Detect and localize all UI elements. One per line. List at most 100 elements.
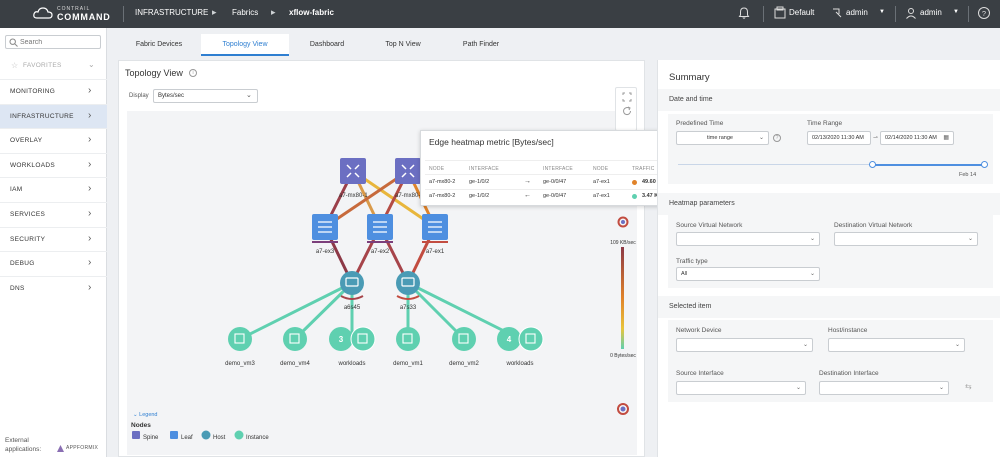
sidebar-item-debug[interactable]: DEBUG ›	[0, 251, 107, 275]
range-separator-icon: ⇀	[873, 135, 879, 141]
legend-nodes-title: Nodes	[131, 422, 151, 429]
chevron-down-icon: ⌄	[809, 271, 815, 277]
source-vn-select[interactable]: ⌄	[676, 232, 820, 246]
tab-topology-view[interactable]: Topology View	[201, 34, 289, 56]
range-from-input[interactable]: 02/13/2020 11:30 AM	[807, 131, 871, 145]
leaf-label: a7-ex2	[371, 249, 390, 255]
column-header-traffic: TRAFFIC	[632, 166, 655, 172]
instance-label: demo_vm2	[449, 361, 479, 367]
instance-node-demo-vm2[interactable]: demo_vm2	[449, 327, 480, 367]
svg-text:Instance: Instance	[246, 435, 269, 441]
leaf-label: a7-ex1	[426, 249, 445, 255]
chevron-right-icon: ›	[88, 110, 92, 121]
breadcrumb-fabrics[interactable]: Fabrics	[232, 8, 258, 17]
fit-screen-icon[interactable]	[622, 92, 632, 102]
search-box[interactable]	[5, 35, 101, 49]
breadcrumb-separator: ▸	[212, 7, 217, 17]
project-selector[interactable]: Default	[789, 8, 814, 17]
graph-toolbar	[615, 87, 637, 131]
chevron-down-icon[interactable]: ▼	[879, 9, 885, 15]
chevron-right-icon: ›	[88, 183, 92, 194]
traffic-type-select[interactable]: All ⌄	[676, 267, 820, 281]
host-instance-label: Host/instance	[828, 327, 868, 334]
leaf-node-ex2[interactable]: a7-ex2	[367, 214, 393, 255]
date-section-header: Date and time	[658, 89, 1000, 111]
tab-path-finder[interactable]: Path Finder	[441, 34, 521, 56]
host-node-a7s33[interactable]: a7s33	[396, 271, 420, 311]
arrow-left-icon: ←	[524, 192, 531, 199]
scale-marker-dot	[621, 220, 625, 224]
legend-item-instance: Instance	[234, 430, 269, 441]
sidebar-item-dns[interactable]: DNS ›	[0, 276, 107, 300]
predefined-time-select[interactable]: time range ⌄	[676, 131, 769, 145]
search-input[interactable]	[20, 37, 98, 48]
leaf-node-ex3[interactable]: a7-ex3	[312, 214, 338, 255]
host-label: a6s45	[344, 305, 361, 311]
heat-scale-bar	[621, 247, 624, 349]
contrail-logo[interactable]: CONTRAIL COMMAND	[33, 5, 113, 23]
traffic-color-dot	[632, 194, 637, 199]
user-menu[interactable]: admin	[920, 8, 942, 17]
range-to-input[interactable]: 02/14/2020 11:30 AM ▦	[880, 131, 954, 145]
bell-icon[interactable]	[737, 6, 751, 20]
tab-fabric-devices[interactable]: Fabric Devices	[117, 34, 201, 56]
spine-node-1[interactable]: a7-mx80-1	[339, 158, 368, 199]
breadcrumb-infrastructure[interactable]: INFRASTRUCTURE	[135, 8, 208, 17]
host-node-a6s45[interactable]: a6s45	[340, 271, 364, 311]
sidebar-item-label: INFRASTRUCTURE	[10, 113, 74, 120]
source-interface-select[interactable]: ⌄	[676, 381, 806, 395]
network-device-select[interactable]: ⌄	[676, 338, 813, 352]
topology-title: Topology View	[125, 68, 183, 78]
display-label: Display	[129, 93, 149, 99]
chevron-right-icon: ›	[88, 257, 92, 268]
info-icon[interactable]: i	[189, 69, 197, 77]
sidebar-item-services[interactable]: SERVICES ›	[0, 202, 107, 226]
slider-handle-start[interactable]	[869, 161, 876, 168]
section-label: Date and time	[669, 96, 713, 103]
divider	[123, 6, 124, 22]
row-interface: ge-0/0/47	[543, 193, 567, 199]
refresh-icon[interactable]	[622, 106, 632, 116]
appformix-logo-icon	[57, 445, 64, 452]
sidebar-item-label: SERVICES	[10, 211, 46, 218]
legend-toggle[interactable]: ⌄ Legend	[133, 412, 158, 418]
appformix-link[interactable]: APPFORMIX	[56, 443, 102, 455]
destination-vn-select[interactable]: ⌄	[834, 232, 978, 246]
tab-dashboard[interactable]: Dashboard	[289, 34, 365, 56]
instance-group-workloads-2[interactable]: 4 workloads	[497, 326, 544, 367]
top-bar: CONTRAIL COMMAND INFRASTRUCTURE ▸ Fabric…	[0, 0, 1000, 28]
sidebar-item-workloads[interactable]: WORKLOADS ›	[0, 153, 107, 177]
swap-icon[interactable]: ⇆	[965, 382, 972, 391]
svg-text:?: ?	[982, 9, 986, 18]
chevron-down-icon: ⌄	[967, 236, 973, 242]
instance-label: workloads	[337, 361, 365, 367]
workload-count: 3	[339, 335, 344, 344]
slider-handle-end[interactable]	[981, 161, 988, 168]
scale-min-label: 0 Bytes/sec	[610, 353, 636, 359]
source-vn-label: Source Virtual Network	[676, 222, 743, 229]
sidebar-item-iam[interactable]: IAM ›	[0, 177, 107, 201]
destination-interface-select[interactable]: ⌄	[819, 381, 949, 395]
leaf-node-ex1[interactable]: a7-ex1	[422, 214, 448, 255]
instance-node-demo-vm1[interactable]: demo_vm1	[393, 327, 424, 367]
instance-node-demo-vm4[interactable]: demo_vm4	[280, 327, 311, 367]
sidebar-item-infrastructure[interactable]: INFRASTRUCTURE ›	[0, 104, 107, 128]
chevron-down-icon[interactable]: ▼	[953, 9, 959, 15]
traffic-type-label: Traffic type	[676, 258, 708, 265]
sidebar-item-monitoring[interactable]: MONITORING ›	[0, 79, 107, 103]
domain-user-selector[interactable]: admin	[846, 8, 868, 17]
tab-top-n-view[interactable]: Top N View	[365, 34, 441, 56]
display-select[interactable]: Bytes/sec ⌄	[153, 89, 258, 103]
sidebar-item-overlay[interactable]: OVERLAY ›	[0, 128, 107, 152]
column-header-interface: INTERFACE	[469, 166, 499, 172]
sidebar-item-label: DNS	[10, 285, 25, 292]
help-icon[interactable]: ?	[977, 6, 991, 20]
sidebar-item-security[interactable]: SECURITY ›	[0, 227, 107, 251]
sidebar-favorites[interactable]: ☆ FAVORITES ⌄	[0, 56, 107, 76]
chevron-down-icon: ⌄	[88, 60, 95, 69]
row-node: a7-mx80-2	[429, 193, 456, 199]
help-icon[interactable]: ?	[773, 134, 781, 142]
divider	[895, 6, 896, 22]
host-instance-select[interactable]: ⌄	[828, 338, 965, 352]
external-apps-label: External applications:	[5, 437, 42, 453]
